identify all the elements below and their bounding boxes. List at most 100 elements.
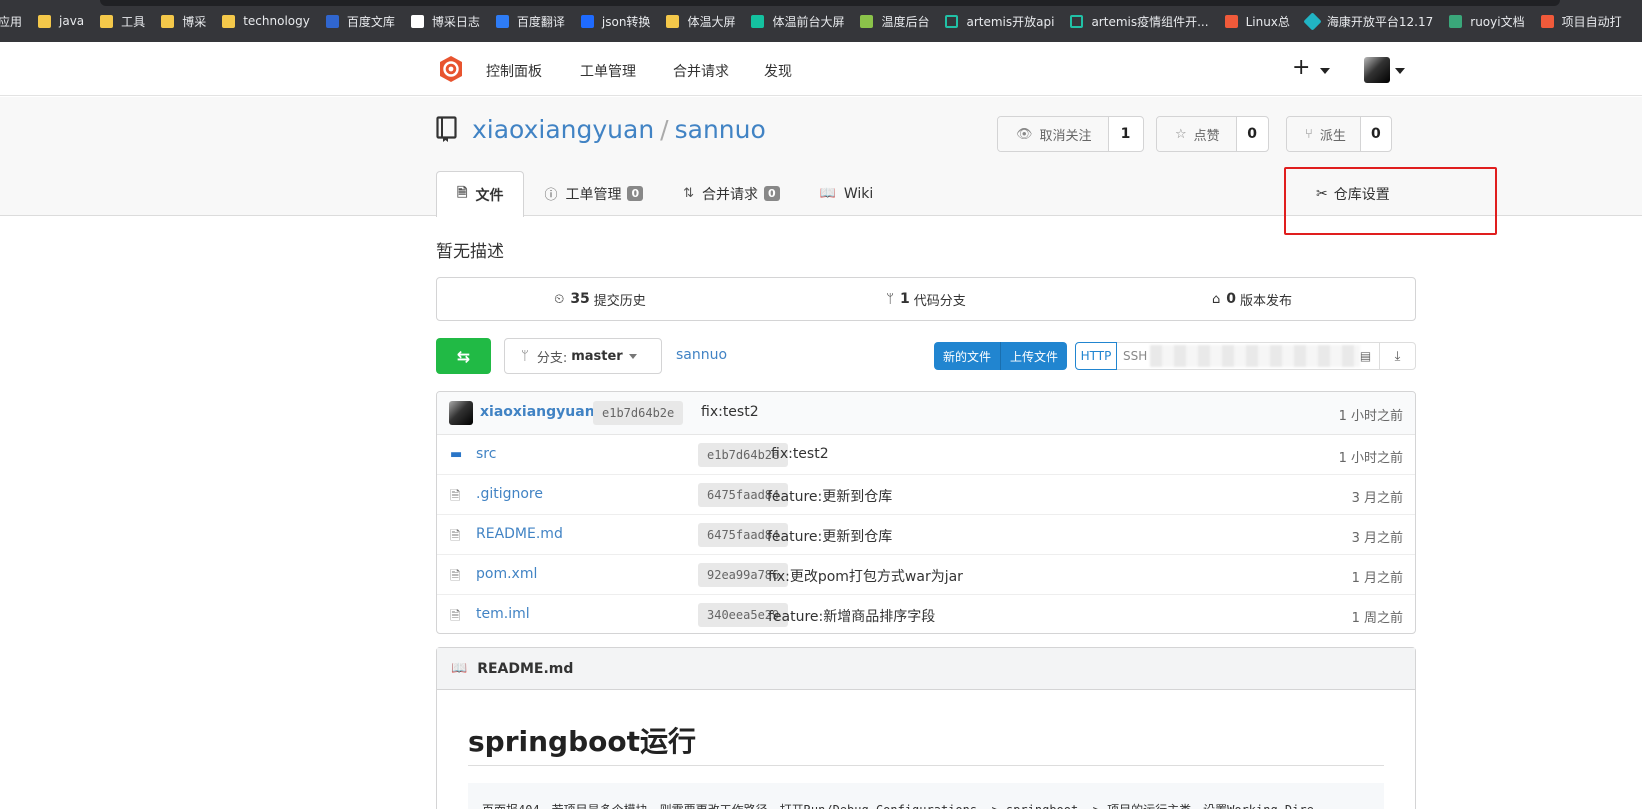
bookmark-item[interactable]: artemis疫情组件开... [1070,0,1218,42]
folder-icon [666,14,680,28]
upload-file-button[interactable]: 上传文件 [1000,342,1068,370]
bookmark-item[interactable]: 项目自动打 [1540,0,1632,42]
bookmark-item[interactable]: 博采日志 [410,0,490,42]
branch-selector[interactable]: ᛘ 分支: master [504,338,662,374]
file-name-link[interactable]: tem.iml [476,606,530,622]
repo-root-path-link[interactable]: sannuo [676,347,727,363]
eye-icon: 👁 [1016,126,1033,142]
copy-url-icon[interactable]: ▤ [1352,342,1379,370]
repo-name-link[interactable]: sannuo [675,115,766,144]
commits-label: 提交历史 [593,293,646,309]
repo-title-separator: / [660,115,669,144]
bookmark-item[interactable]: 体温大屏 [666,0,745,42]
bookmark-item[interactable]: java [38,0,94,42]
file-icon: 🗎 [450,489,461,504]
repo-stats-bar: ⏲ 35 提交历史 ᛘ 1 代码分支 ⌂ 0 版本发布 [436,277,1416,321]
file-commit-message: feature:新增商品排序字段 [768,609,936,625]
commit-author-avatar[interactable] [449,401,473,425]
new-file-button[interactable]: 新的文件 [934,342,1001,370]
file-actions-group: 新的文件 上传文件 [934,342,1068,370]
fork-button[interactable]: ⑂ 派生 0 [1286,116,1392,152]
tab-pull-requests-label: 合并请求 [702,186,759,203]
fork-count[interactable]: 0 [1361,117,1391,151]
create-plus-icon[interactable]: + [1292,55,1310,80]
tab-pull-requests[interactable]: ⇅ 合并请求 0 [663,171,800,216]
bookmark-item[interactable]: 博采 [161,0,216,42]
repo-owner-link[interactable]: xiaoxiangyuan [472,115,654,144]
bookmark-label: 项目自动打 [1561,14,1622,29]
bookmark-label: 博采 [182,14,207,29]
bookmark-label: 百度文库 [346,14,395,29]
bookmark-item[interactable]: Linux总 [1224,0,1300,42]
folder-icon: ▬ [450,447,463,462]
nav-pull-requests[interactable]: 合并请求 [673,61,729,81]
file-commit-time: 1 月之前 [1351,571,1403,586]
readme-header: 📖 README.md [437,648,1415,690]
commits-stat[interactable]: ⏲ 35 提交历史 [437,278,763,320]
releases-stat[interactable]: ⌂ 0 版本发布 [1089,278,1415,320]
file-commit-time: 1 周之前 [1351,611,1403,626]
user-avatar[interactable] [1364,57,1390,83]
nav-dashboard[interactable]: 控制面板 [486,61,542,81]
tab-issues[interactable]: ⓘ 工单管理 0 [524,171,663,216]
file-name-link[interactable]: src [476,446,496,462]
nav-issues[interactable]: 工单管理 [580,61,636,81]
clone-url-input[interactable] [1150,345,1360,367]
star-count[interactable]: 0 [1237,117,1268,151]
bookmark-item[interactable]: artemis开放api [945,0,1064,42]
bookmark-label: technology [243,14,310,28]
highlight-annotation-box [1284,167,1497,235]
file-table: xiaoxiangyuan e1b7d64b2e fix:test2 1 小时之… [436,391,1416,634]
bookmark-item[interactable]: 工具 [100,0,155,42]
branch-prefix: 分支: [536,350,568,366]
fork-label: 派生 [1319,128,1346,144]
file-commit-message: feature:更新到仓库 [767,529,893,545]
tab-strip-edge [0,0,1560,6]
readme-divider [468,765,1384,766]
bookmark-item[interactable]: 海康开放平台12.17 [1303,0,1443,42]
tab-issues-label: 工单管理 [565,186,622,203]
commit-author-link[interactable]: xiaoxiangyuan [480,404,595,420]
star-button[interactable]: ☆ 点赞 0 [1156,116,1269,152]
compare-button[interactable]: ⇆ [436,338,491,374]
tab-files[interactable]: 🗎 文件 [436,171,525,217]
file-name-link[interactable]: .gitignore [476,486,543,502]
bookmark-item[interactable]: 百度文库 [325,0,405,42]
translate-icon [495,14,509,28]
tab-wiki[interactable]: 📖 Wiki [800,171,894,216]
compare-icon: ⇆ [456,346,471,366]
file-name-link[interactable]: pom.xml [476,566,537,582]
file-row: 🗎 README.md 6475faad84 feature:更新到仓库 3 月之前 [437,515,1415,555]
user-menu-chevron-down-icon[interactable] [1395,68,1405,74]
folder-icon [222,14,236,28]
book-icon: 📖 [451,661,468,676]
cube-icon [1303,11,1322,31]
file-name-link[interactable]: README.md [476,526,563,542]
download-icon[interactable]: ⤓ [1379,342,1416,370]
star-label: 点赞 [1193,128,1220,144]
bookmark-item[interactable]: 应用 [0,0,32,42]
bookmark-item[interactable]: 体温前台大屏 [751,0,854,42]
leaf-icon [860,14,874,28]
gitea-logo-icon[interactable] [437,55,465,83]
bookmark-item[interactable]: 温度后台 [860,0,939,42]
commit-sha-link[interactable]: e1b7d64b2e [593,401,684,425]
watch-button[interactable]: 👁 取消关注 1 [997,116,1144,152]
watch-count[interactable]: 1 [1109,117,1143,151]
bookmark-label: 体温前台大屏 [772,14,845,29]
bookmark-item[interactable]: technology [222,0,320,42]
bookmark-item[interactable]: ruoyi文档 [1449,0,1534,42]
nav-explore[interactable]: 发现 [764,61,792,81]
bookmark-item[interactable]: json转换 [580,0,661,42]
create-chevron-down-icon[interactable] [1320,68,1330,74]
readme-title: README.md [477,660,574,677]
commit-message: fix:test2 [701,404,759,420]
branches-stat[interactable]: ᛘ 1 代码分支 [763,278,1089,320]
branches-count: 1 [900,291,910,307]
folder-icon [161,14,175,28]
bookmark-label: 工具 [121,14,146,29]
bookmark-item[interactable]: 百度翻译 [495,0,575,42]
tab-files-label: 文件 [475,187,504,204]
repo-book-icon [436,116,457,142]
http-clone-button[interactable]: HTTP [1075,342,1117,370]
